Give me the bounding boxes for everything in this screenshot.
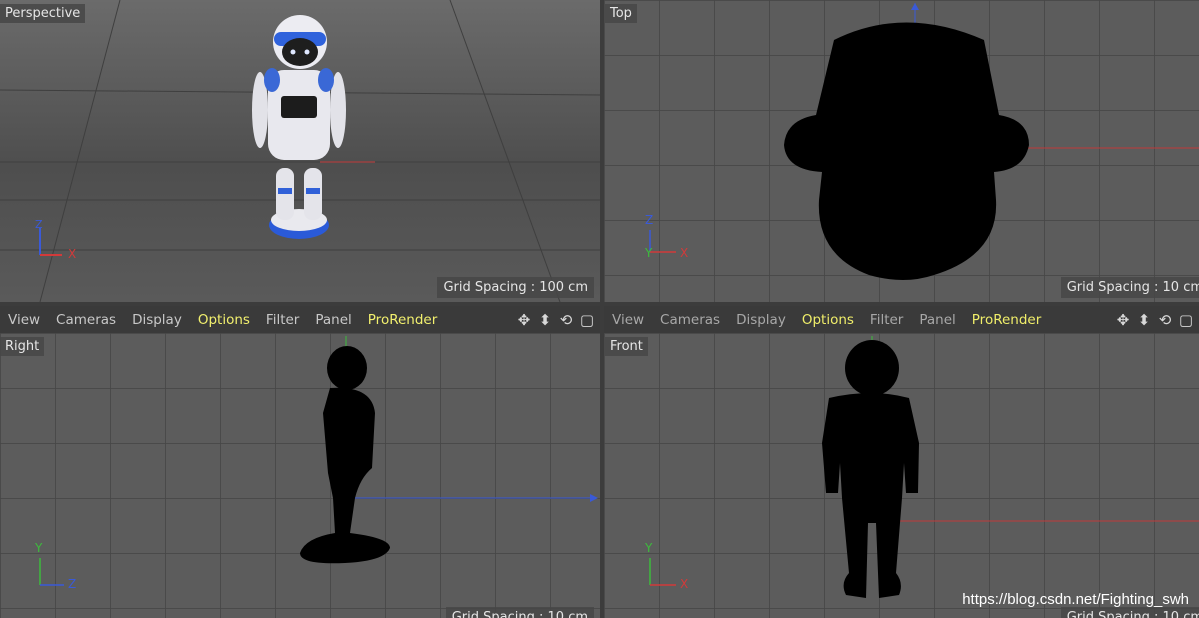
axis-label-y: Y bbox=[645, 246, 653, 260]
perspective-scene bbox=[0, 0, 600, 302]
move-icon[interactable]: ✥ bbox=[1114, 311, 1132, 329]
navigation-icons: ✥ ⬍ ⟲ ▢ bbox=[515, 311, 600, 329]
grid-spacing-label: Grid Spacing : 10 cm bbox=[1060, 277, 1199, 298]
viewport-front[interactable]: Front Y X Grid Spacing : 10 cm bbox=[604, 333, 1199, 618]
menu-cameras[interactable]: Cameras bbox=[48, 312, 124, 328]
viewport-perspective[interactable]: Perspective Z X Grid Spacing : 100 cm bbox=[0, 0, 600, 302]
menu-cameras[interactable]: Cameras bbox=[652, 312, 728, 328]
menu-options[interactable]: Options bbox=[190, 312, 258, 328]
axis-label-x: X bbox=[680, 246, 689, 260]
viewport-label: Right bbox=[0, 337, 45, 356]
maximize-icon[interactable]: ▢ bbox=[578, 311, 596, 329]
grid-spacing-label: Grid Spacing : 100 cm bbox=[437, 277, 594, 298]
axis-label-y: Y bbox=[35, 541, 43, 555]
robot-top-silhouette bbox=[784, 22, 1029, 280]
viewport-label: Front bbox=[605, 337, 648, 356]
menu-display[interactable]: Display bbox=[728, 312, 794, 328]
viewport-label: Perspective bbox=[0, 4, 86, 23]
menu-view[interactable]: View bbox=[604, 312, 652, 328]
menu-options[interactable]: Options bbox=[794, 312, 862, 328]
arrow-icon[interactable]: ⬍ bbox=[536, 311, 554, 329]
viewport-top[interactable]: Top Z Y X Grid Spacing : 10 cm bbox=[604, 0, 1199, 302]
move-icon[interactable]: ✥ bbox=[515, 311, 533, 329]
menu-panel[interactable]: Panel bbox=[911, 312, 963, 328]
robot-front-silhouette bbox=[822, 340, 919, 598]
axis-label-z: Z bbox=[645, 213, 654, 227]
axis-label-x: X bbox=[680, 577, 689, 591]
menu-view[interactable]: View bbox=[0, 312, 48, 328]
front-scene bbox=[649, 336, 1199, 598]
robot-model bbox=[252, 15, 346, 239]
viewport-menubar-right-view: View Cameras Display Options Filter Pane… bbox=[0, 306, 600, 333]
menu-panel[interactable]: Panel bbox=[307, 312, 359, 328]
maximize-icon[interactable]: ▢ bbox=[1177, 311, 1195, 329]
axis-label-z: Z bbox=[68, 577, 77, 591]
navigation-icons: ✥ ⬍ ⟲ ▢ bbox=[1114, 311, 1199, 329]
menu-prorender[interactable]: ProRender bbox=[360, 312, 445, 328]
top-scene bbox=[649, 3, 1199, 280]
axis-label-z: Z bbox=[35, 218, 43, 231]
grid-spacing-label: Grid Spacing : 10 cm bbox=[1060, 607, 1199, 618]
axis-label-y: Y bbox=[645, 541, 653, 555]
arrow-icon[interactable]: ⬍ bbox=[1135, 311, 1153, 329]
viewport-label: Top bbox=[605, 4, 637, 23]
viewport-right[interactable]: Right Y Z Grid Spacing : 10 cm bbox=[0, 333, 600, 618]
menu-filter[interactable]: Filter bbox=[862, 312, 911, 328]
rotate-icon[interactable]: ⟲ bbox=[557, 311, 575, 329]
right-scene bbox=[39, 336, 598, 586]
menu-display[interactable]: Display bbox=[124, 312, 190, 328]
robot-side-silhouette bbox=[300, 346, 390, 564]
menu-prorender[interactable]: ProRender bbox=[964, 312, 1049, 328]
watermark-text: https://blog.csdn.net/Fighting_swh bbox=[962, 591, 1189, 608]
grid-spacing-label: Grid Spacing : 10 cm bbox=[445, 607, 594, 618]
menu-filter[interactable]: Filter bbox=[258, 312, 307, 328]
rotate-icon[interactable]: ⟲ bbox=[1156, 311, 1174, 329]
viewport-menubar-front-view: View Cameras Display Options Filter Pane… bbox=[604, 306, 1199, 333]
axis-label-x: X bbox=[68, 247, 77, 261]
